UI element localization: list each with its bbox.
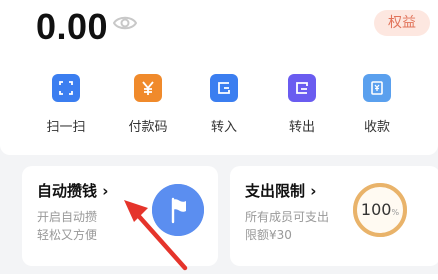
benefits-badge[interactable]: 权益 <box>374 10 430 36</box>
action-scan[interactable]: 扫一扫 <box>30 70 100 140</box>
action-transfer-in[interactable]: 转入 <box>188 70 258 140</box>
action-receive[interactable]: 收款 <box>341 70 411 140</box>
transfer-out-icon <box>288 74 316 102</box>
auto-save-title: 自动攒钱 › <box>37 182 109 200</box>
transfer-in-icon <box>210 74 238 102</box>
spend-limit-card[interactable]: 支出限制 › 所有成员可支出 限额¥30 100% <box>230 166 438 266</box>
scan-icon <box>52 74 80 102</box>
chevron-right-icon: › <box>102 182 109 200</box>
action-label: 转出 <box>288 120 315 135</box>
balance-amount: 0.00 <box>36 6 109 47</box>
yuan-icon <box>134 74 162 102</box>
action-transfer-out[interactable]: 转出 <box>266 70 336 140</box>
eye-icon[interactable] <box>113 14 137 32</box>
action-label: 付款码 <box>128 120 168 135</box>
auto-save-desc-1: 开启自动攒 <box>37 210 98 224</box>
quick-actions: 扫一扫 付款码 转入 转出 收款 <box>0 70 438 140</box>
auto-save-card[interactable]: 自动攒钱 › 开启自动攒 轻松又方便 <box>22 166 218 266</box>
next-card-edge <box>0 274 438 280</box>
action-label: 收款 <box>363 120 390 135</box>
receive-icon <box>363 74 391 102</box>
action-label: 扫一扫 <box>46 120 86 135</box>
chevron-right-icon: › <box>310 182 317 200</box>
auto-save-desc-2: 轻松又方便 <box>37 228 98 242</box>
action-pay-code[interactable]: 付款码 <box>112 70 182 140</box>
action-label: 转入 <box>210 120 237 135</box>
flag-icon <box>152 184 204 236</box>
wallet-summary-card: 0.00 权益 扫一扫 付款码 转入 转出 收款 <box>0 0 438 155</box>
spend-limit-desc-2: 限额¥30 <box>245 228 292 242</box>
limit-percent: 100% <box>360 200 400 219</box>
spend-limit-desc-1: 所有成员可支出 <box>245 210 330 224</box>
spend-limit-title: 支出限制 › <box>245 182 317 200</box>
